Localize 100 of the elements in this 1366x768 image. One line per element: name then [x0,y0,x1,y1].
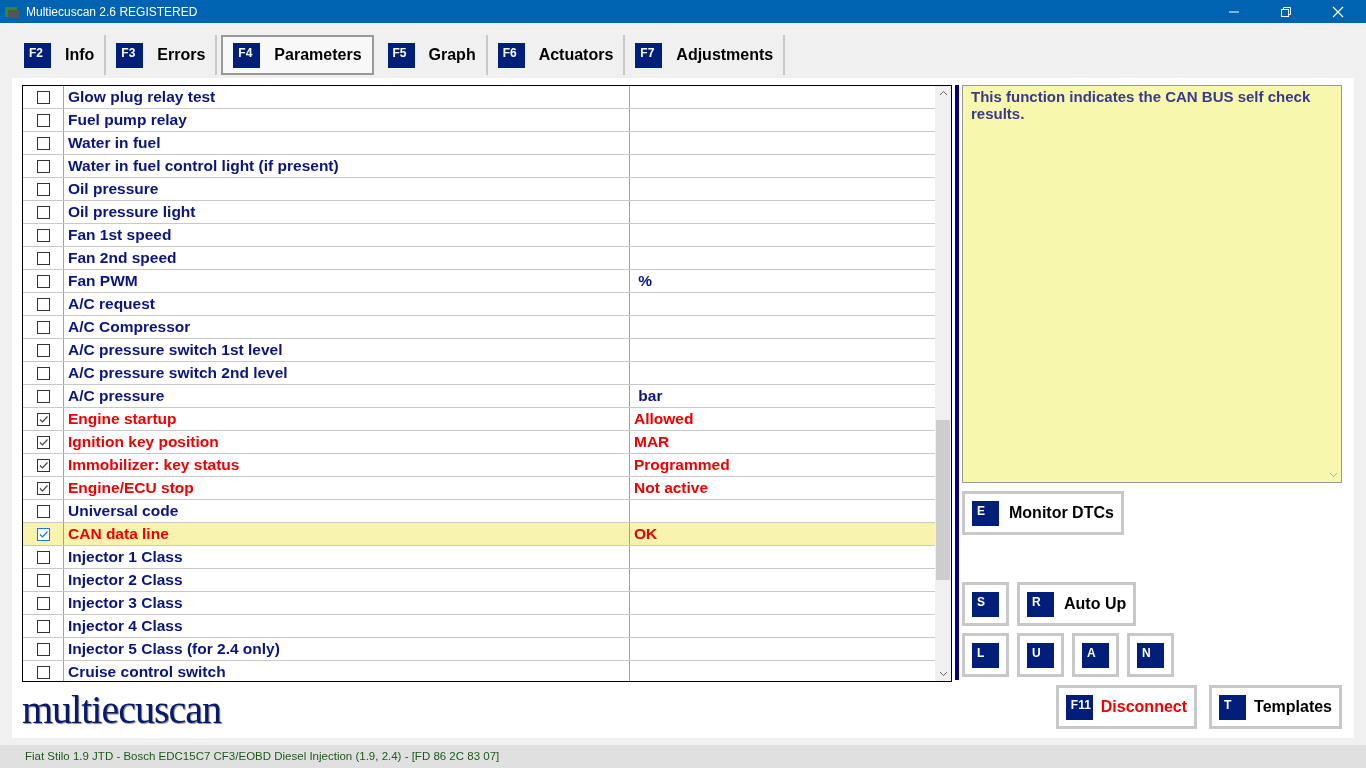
checkbox[interactable] [36,182,50,196]
table-row[interactable]: Engine/ECU stop Not active [23,477,935,500]
table-row[interactable]: A/C pressure switch 2nd level [23,362,935,385]
scrollbar[interactable] [935,86,951,681]
checkbox[interactable] [36,90,50,104]
checkbox[interactable] [36,596,50,610]
key-badge: A [1082,642,1109,668]
key-button[interactable]: F11 Disconnect [1055,685,1198,729]
checkbox[interactable] [36,573,50,587]
table-row[interactable]: Injector 4 Class [23,615,935,638]
table-row[interactable]: Oil pressure light [23,201,935,224]
table-row[interactable]: Immobilizer: key status Programmed [23,454,935,477]
table-row[interactable]: Fan PWM % [23,270,935,293]
table-row[interactable]: Cruise control switch [23,661,935,681]
parameter-name: A/C pressure switch 2nd level [68,364,288,382]
tab-label: Info [65,46,95,64]
checkbox[interactable] [36,274,50,288]
table-row[interactable]: Injector 2 Class [23,569,935,592]
key-button[interactable]: T Templates [1209,685,1342,729]
checkbox[interactable] [36,412,50,426]
parameter-name: Oil pressure [68,180,159,198]
tab-label: Graph [428,46,476,64]
scrollbar-thumb[interactable] [936,420,950,580]
parameter-name: Engine startup [68,410,177,428]
table-row[interactable]: Water in fuel [23,132,935,155]
table-row[interactable]: Injector 1 Class [23,546,935,569]
checkbox[interactable] [36,389,50,403]
scroll-up-icon[interactable] [938,90,948,96]
table-row[interactable]: CAN data line OK [23,523,935,546]
parameter-name: Injector 1 Class [68,548,183,566]
table-row[interactable]: Glow plug relay test [23,86,935,109]
checkbox[interactable] [36,297,50,311]
restore-icon[interactable] [1280,5,1292,18]
table-row[interactable]: A/C request [23,293,935,316]
table-row[interactable]: Fuel pump relay [23,109,935,132]
parameter-name: Injector 5 Class (for 2.4 only) [68,640,280,658]
parameter-value: % [637,272,653,290]
checkbox[interactable] [36,113,50,127]
checkbox[interactable] [36,343,50,357]
table-row[interactable]: A/C Compressor [23,316,935,339]
key-button[interactable]: R Auto Up [1017,582,1137,626]
checkbox[interactable] [36,205,50,219]
key-button[interactable]: A [1072,633,1119,677]
key-button[interactable]: U [1017,633,1064,677]
checkbox[interactable] [36,251,50,265]
close-icon[interactable] [1332,5,1344,18]
parameter-name: Engine/ECU stop [68,479,194,497]
scroll-down-icon[interactable] [938,671,948,677]
key-button[interactable]: S [962,582,1009,626]
key-badge: F6 [497,42,525,68]
logo: multiecuscan [22,690,222,730]
table-row[interactable]: A/C pressure bar [23,385,935,408]
checkbox[interactable] [36,619,50,633]
key-badge: S [972,591,999,617]
checkbox[interactable] [36,550,50,564]
checkbox[interactable] [36,435,50,449]
checkbox[interactable] [36,136,50,150]
table-row[interactable]: A/C pressure switch 1st level [23,339,935,362]
checkbox[interactable] [36,504,50,518]
table-row[interactable]: Water in fuel control light (if present) [23,155,935,178]
checkbox[interactable] [36,159,50,173]
key-badge: F4 [233,42,261,68]
key-button[interactable]: L [962,633,1009,677]
parameter-name: Fan PWM [68,272,138,290]
window-title: Multiecuscan 2.6 REGISTERED [26,4,198,19]
key-badge: E [972,500,999,526]
parameter-value: OK [634,525,658,543]
checkbox[interactable] [36,228,50,242]
parameter-name: Oil pressure light [68,203,196,221]
checkbox[interactable] [36,366,50,380]
parameter-name: A/C Compressor [68,318,191,336]
parameter-name: Injector 3 Class [68,594,183,612]
key-button[interactable]: N [1127,633,1174,677]
parameter-name: Glow plug relay test [68,88,216,106]
tab[interactable]: F4 Parameters [221,35,374,75]
parameter-name: Ignition key position [68,433,219,451]
checkbox[interactable] [36,458,50,472]
table-row[interactable]: Engine startup Allowed [23,408,935,431]
checkbox[interactable] [36,481,50,495]
checkbox[interactable] [36,527,50,541]
monitor-dtcs-button[interactable]: E Monitor DTCs [962,491,1124,535]
parameter-name: A/C pressure [68,387,165,405]
key-badge: F3 [116,42,144,68]
parameter-name: Injector 2 Class [68,571,183,589]
scroll-down-icon [1329,472,1338,478]
table-row[interactable]: Injector 3 Class [23,592,935,615]
table-row[interactable]: Injector 5 Class (for 2.4 only) [23,638,935,661]
parameter-name: Cruise control switch [68,663,226,681]
key-badge: F5 [387,42,415,68]
tab-label: Errors [157,46,206,64]
checkbox[interactable] [36,665,50,679]
parameter-value: Allowed [634,410,694,428]
checkbox[interactable] [36,642,50,656]
table-row[interactable]: Fan 1st speed [23,224,935,247]
checkbox[interactable] [36,320,50,334]
table-row[interactable]: Ignition key position MAR [23,431,935,454]
status-text: Fiat Stilo 1.9 JTD - Bosch EDC15C7 CF3/EOBD Diesel Injection (1.9, 2.4) - [FD 86 2C 83 07] [25,750,500,762]
table-row[interactable]: Fan 2nd speed [23,247,935,270]
parameter-name: Injector 4 Class [68,617,183,635]
table-row[interactable]: Oil pressure [23,178,935,201]
